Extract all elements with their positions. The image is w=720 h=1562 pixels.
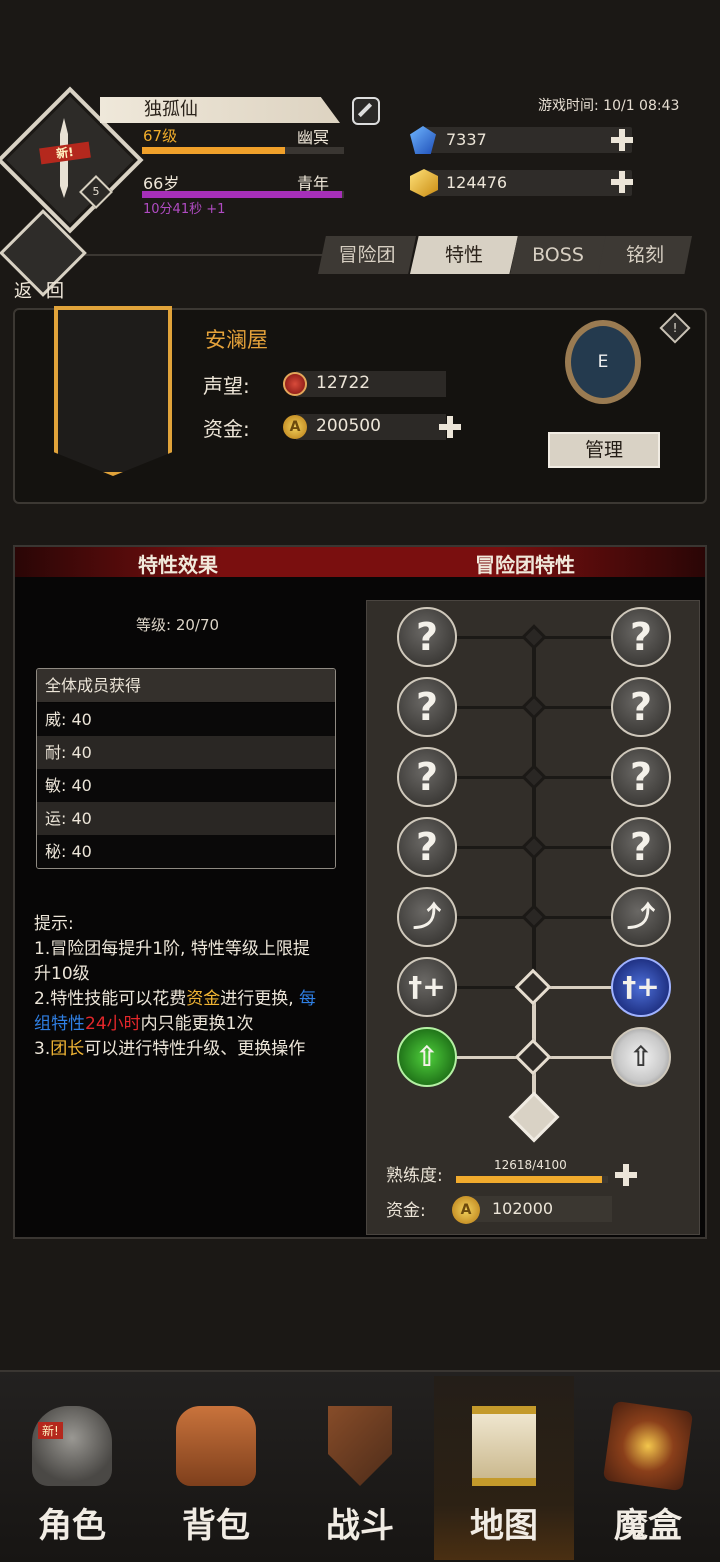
locked-trait-node[interactable]: ? [611, 817, 671, 877]
trait-effect-header: 特性效果 [138, 553, 218, 577]
back-button-label[interactable]: 返回 [14, 277, 78, 303]
helmet-icon [32, 1406, 112, 1486]
edit-name-icon[interactable] [352, 97, 380, 125]
tree-trunk [532, 636, 536, 988]
nav-character[interactable]: 新! 角色 [2, 1376, 142, 1560]
tips-text: 提示: 1.冒险团每提升1阶, 特性等级上限提升10级 2.特性技能可以花费资金… [34, 914, 317, 1059]
add-gems-icon[interactable] [611, 129, 633, 151]
add-gold-icon[interactable] [611, 171, 633, 193]
tab-traits[interactable]: 特性 [410, 236, 518, 274]
add-proficiency-icon[interactable] [615, 1164, 637, 1186]
new-badge: 新! [38, 1422, 63, 1439]
proficiency-label: 熟练度: [386, 1166, 443, 1186]
nav-label: 背包 [182, 1506, 250, 1546]
age-progress-fill [142, 191, 342, 198]
reputation-label: 声望: [203, 374, 250, 398]
locked-trait-node[interactable]: ? [611, 677, 671, 737]
nav-label: 战斗 [326, 1506, 394, 1546]
tab-inscription[interactable]: 铭刻 [598, 236, 692, 274]
stat-bonus-table: 全体成员获得 威: 40 耐: 40 敏: 40 运: 40 秘: 40 [36, 668, 336, 869]
stat-row: 运: 40 [37, 802, 335, 835]
age-timer: 10分41秒 +1 [143, 202, 226, 217]
tab-adventure-group[interactable]: 冒险团 [318, 236, 416, 274]
nav-magic-box[interactable]: 魔盒 [578, 1376, 718, 1560]
nav-label: 地图 [470, 1506, 538, 1546]
reputation-value: 12722 [316, 373, 371, 393]
locked-trait-node[interactable]: ? [611, 607, 671, 667]
slash-up-trait-icon[interactable]: ⤴ [397, 887, 457, 947]
gem-count: 7337 [446, 130, 487, 149]
trait-panel-header [15, 547, 705, 577]
stat-row: 敏: 40 [37, 769, 335, 802]
nav-backpack[interactable]: 背包 [146, 1376, 286, 1560]
nav-battle[interactable]: 战斗 [290, 1376, 430, 1560]
locked-trait-node[interactable]: ? [397, 747, 457, 807]
guild-banner [54, 306, 172, 476]
trait-funds-value: 102000 [492, 1199, 554, 1218]
proficiency-value: 12618/4100 [494, 1158, 567, 1172]
backpack-icon [176, 1406, 256, 1486]
gold-coin-icon: A [452, 1196, 480, 1224]
level-title: 幽冥 [297, 128, 330, 147]
tab-boss[interactable]: BOSS [510, 236, 606, 274]
level-progress-fill [142, 147, 286, 154]
sword-shield-icon [328, 1406, 392, 1486]
locked-trait-node[interactable]: ? [611, 747, 671, 807]
guild-rank-emblem[interactable]: E [565, 320, 641, 404]
slash-up-trait-icon[interactable]: ⤴ [611, 887, 671, 947]
stat-row: 威: 40 [37, 703, 335, 736]
manage-button[interactable]: 管理 [548, 432, 660, 468]
player-name: 独孤仙 [100, 97, 340, 123]
arrow-up-trait-icon[interactable]: ⇧ [611, 1027, 671, 1087]
guild-name: 安澜屋 [205, 328, 268, 352]
stat-row: 耐: 40 [37, 736, 335, 769]
nav-label: 角色 [38, 1506, 106, 1546]
trait-grade: 等级: 20/70 [136, 616, 220, 634]
sword-plus-trait-icon[interactable]: †+ [397, 957, 457, 1017]
game-time: 游戏时间: 10/1 08:43 [538, 98, 680, 114]
locked-trait-node[interactable]: ? [397, 607, 457, 667]
locked-trait-node[interactable]: ? [397, 677, 457, 737]
arrow-up-trait-icon-active[interactable]: ⇧ [397, 1027, 457, 1087]
tab-divider-line [76, 254, 326, 256]
gold-count: 124476 [446, 173, 508, 192]
proficiency-fill [456, 1176, 602, 1183]
add-guild-funds-icon[interactable] [439, 416, 461, 438]
scroll-map-icon [472, 1406, 536, 1486]
sword-plus-trait-icon-active[interactable]: †+ [611, 957, 671, 1017]
trait-funds-label: 资金: [386, 1201, 426, 1221]
guild-funds-value: 200500 [316, 416, 381, 436]
reputation-icon [283, 372, 307, 396]
stat-row: 秘: 40 [37, 835, 335, 868]
locked-trait-node[interactable]: ? [397, 817, 457, 877]
stat-table-title: 全体成员获得 [37, 669, 335, 702]
nav-map[interactable]: 地图 [434, 1376, 574, 1560]
gold-coin-icon: A [283, 415, 307, 439]
guild-trait-header: 冒险团特性 [475, 553, 575, 577]
player-level: 67级 [143, 127, 178, 145]
guild-funds-label: 资金: [203, 417, 250, 441]
magic-box-icon [602, 1400, 694, 1492]
nav-label: 魔盒 [614, 1506, 682, 1546]
